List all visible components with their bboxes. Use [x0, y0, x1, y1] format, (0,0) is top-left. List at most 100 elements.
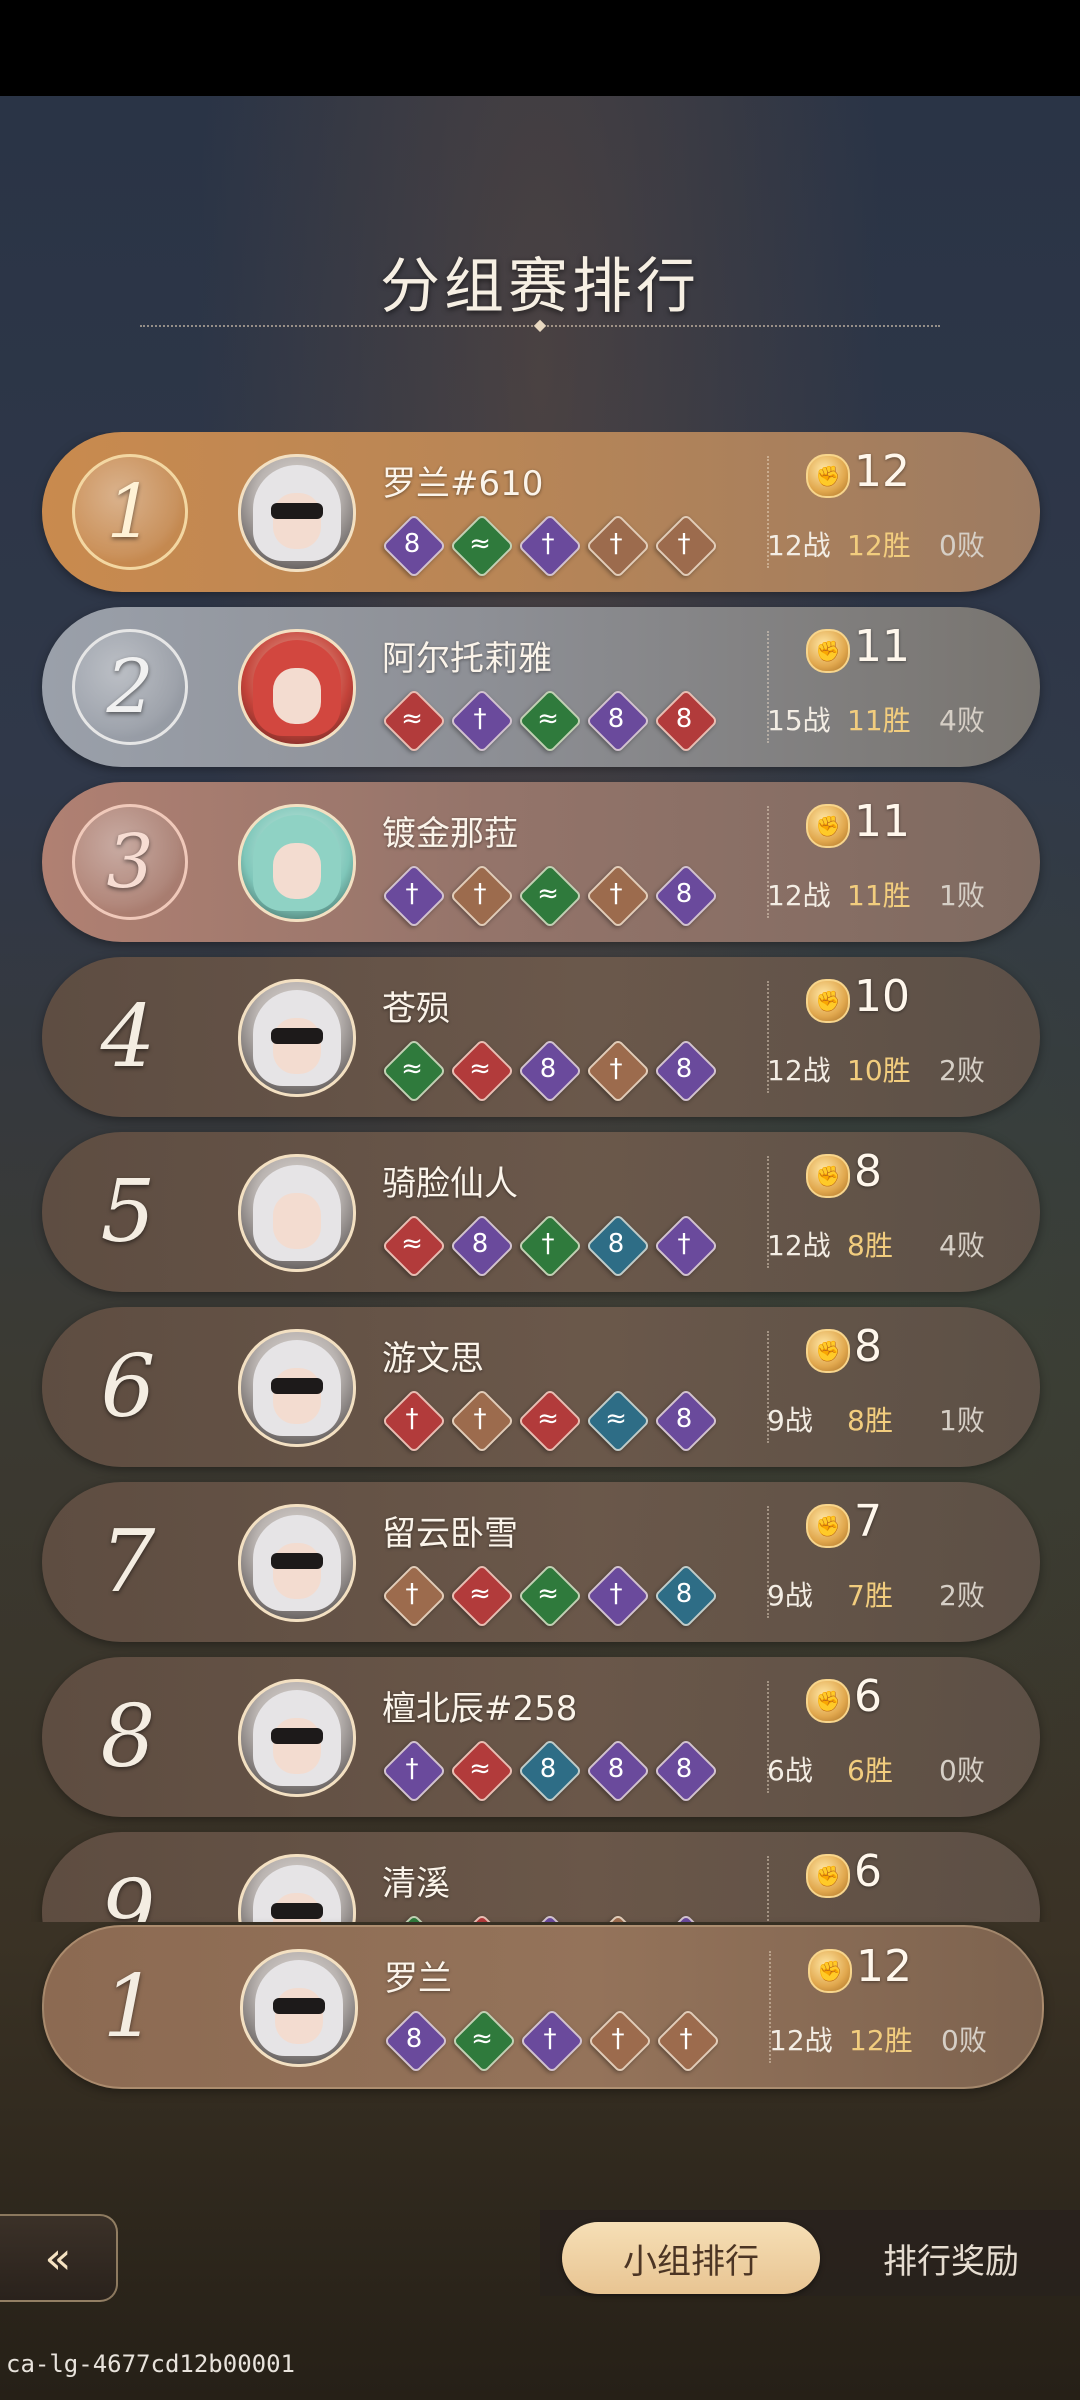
score-value: 7 [854, 1496, 882, 1547]
self-ranking-row[interactable]: 1 罗兰 8 ≈ † † † ✊ 12 12战 12胜 0败 [42, 1925, 1044, 2089]
score-value: 11 [854, 796, 910, 847]
sword-icon: † [585, 1038, 651, 1104]
battle-stats: 6战 6胜 0败 [767, 1749, 1037, 1789]
scroll-icon: ≈ [449, 513, 515, 579]
battle-stats: 9战 8胜 1败 [767, 1399, 1037, 1439]
gourd-icon: 8 [653, 1038, 719, 1104]
stats-divider [767, 1856, 769, 1922]
player-avatar[interactable] [238, 1329, 356, 1447]
battles-count: 12战 [767, 1054, 831, 1087]
team-icons: 8 ≈ † † † [383, 2008, 721, 2074]
wins-count: 10胜 [847, 1054, 911, 1087]
battle-stats: 15战 11胜 4败 [767, 699, 1037, 739]
ranking-row[interactable]: 9清溪≈≈††8✊6 [42, 1832, 1040, 1922]
ranking-row[interactable]: 1 罗兰#610 8 ≈ † † † ✊ 12 12战 12胜 0败 [42, 432, 1040, 592]
ranking-row[interactable]: 5 骑脸仙人 ≈8 † 8 † ✊ 8 12战 8胜 4败 [42, 1132, 1040, 1292]
ranking-row[interactable]: 6 游文思 † † ≈ ≈8 ✊ 8 9战 8胜 1败 [42, 1307, 1040, 1467]
player-avatar[interactable] [238, 804, 356, 922]
ranking-row[interactable]: 2 阿尔托莉雅 ≈ † ≈8 8 ✊ 11 15战 11胜 4败 [42, 607, 1040, 767]
sword-icon: † [381, 863, 447, 929]
ranking-row[interactable]: 7 留云卧雪 † ≈ ≈ † 8 ✊ 7 9战 7胜 2败 [42, 1482, 1040, 1642]
player-name: 清溪 [382, 1864, 450, 1904]
sword-icon: † [449, 1388, 515, 1454]
ranking-row[interactable]: 4 苍殒 ≈ ≈8 † 8 ✊ 10 12战 10胜 2败 [42, 957, 1040, 1117]
score-value: 12 [854, 446, 910, 497]
gourd-icon: 8 [653, 1388, 719, 1454]
battles-count: 12战 [767, 1229, 831, 1262]
wins-count: 6胜 [847, 1754, 893, 1787]
wins-count: 11胜 [847, 704, 911, 737]
trophy-coin-icon: ✊ [806, 1854, 850, 1898]
sword-icon: † [381, 1388, 447, 1454]
player-name: 留云卧雪 [382, 1514, 518, 1554]
battles-count: 15战 [767, 704, 831, 737]
team-icons: ≈8 † 8 † [381, 1213, 719, 1279]
wins-count: 8胜 [847, 1404, 893, 1437]
rank-number: 4 [100, 987, 156, 1087]
scroll-icon: ≈ [517, 688, 583, 754]
sword-icon: † [655, 2008, 721, 2074]
sword-icon: † [449, 688, 515, 754]
losses-count: 0败 [939, 529, 985, 562]
ranking-row[interactable]: 3 镀金那菈 † † ≈ † 8 ✊ 11 12战 11胜 1败 [42, 782, 1040, 942]
scroll-icon: ≈ [517, 1388, 583, 1454]
player-name: 檀北辰#258 [382, 1689, 578, 1729]
rank-number: 7 [100, 1512, 156, 1612]
player-avatar[interactable] [238, 629, 356, 747]
sword-icon: † [517, 513, 583, 579]
gourd-icon: 8 [653, 1563, 719, 1629]
rank-number: 1 [72, 454, 188, 570]
ranking-row[interactable]: 8 檀北辰#258 † ≈8 8 8 ✊ 6 6战 6胜 0败 [42, 1657, 1040, 1817]
score-value: 8 [854, 1146, 882, 1197]
losses-count: 4败 [939, 704, 985, 737]
tab-group-rank[interactable]: 小组排行 [562, 2222, 820, 2294]
team-icons: † † ≈ ≈8 [381, 1388, 719, 1454]
player-name: 游文思 [382, 1339, 484, 1379]
gourd-icon: 8 [585, 688, 651, 754]
tab-rank-reward[interactable]: 排行奖励 [846, 2222, 1056, 2294]
scroll-icon: ≈ [449, 1563, 515, 1629]
player-avatar[interactable] [240, 1949, 358, 2067]
player-avatar[interactable] [238, 1679, 356, 1797]
ranking-list[interactable]: 1 罗兰#610 8 ≈ † † † ✊ 12 12战 12胜 0败 2 阿尔托莉雅 ≈ † ≈8 8 ✊ 11 15战… [0, 432, 1080, 1922]
scroll-icon: ≈ [517, 1563, 583, 1629]
sword-icon: † [449, 863, 515, 929]
trophy-coin-icon: ✊ [806, 1504, 850, 1548]
scroll-icon: ≈ [381, 1913, 447, 1922]
gourd-icon: 8 [653, 863, 719, 929]
gourd-icon: 8 [585, 1738, 651, 1804]
gourd-icon: 8 [585, 1213, 651, 1279]
trophy-coin-icon: ✊ [806, 454, 850, 498]
losses-count: 4败 [939, 1229, 985, 1262]
trophy-coin-icon: ✊ [806, 1154, 850, 1198]
score-value: 6 [854, 1846, 882, 1897]
scroll-icon: ≈ [449, 1038, 515, 1104]
player-name: 罗兰 [384, 1959, 452, 1999]
score-value: 11 [854, 621, 910, 672]
player-avatar[interactable] [238, 1504, 356, 1622]
losses-count: 2败 [939, 1579, 985, 1612]
player-avatar[interactable] [238, 454, 356, 572]
wins-count: 12胜 [847, 529, 911, 562]
gourd-icon: 8 [383, 2008, 449, 2074]
scroll-icon: ≈ [585, 1388, 651, 1454]
player-name: 罗兰#610 [382, 464, 544, 504]
losses-count: 2败 [939, 1054, 985, 1087]
player-avatar[interactable] [238, 979, 356, 1097]
gourd-icon: 8 [381, 513, 447, 579]
gourd-icon: 8 [653, 1913, 719, 1922]
battle-stats: 12战 11胜 1败 [767, 874, 1037, 914]
losses-count: 1败 [939, 1404, 985, 1437]
trophy-coin-icon: ✊ [806, 1679, 850, 1723]
losses-count: 1败 [939, 879, 985, 912]
battle-stats: 12战 12胜 0败 [769, 2019, 1039, 2059]
scroll-icon: ≈ [451, 2008, 517, 2074]
battle-stats: 12战 10胜 2败 [767, 1049, 1037, 1089]
losses-count: 0败 [939, 1754, 985, 1787]
player-avatar[interactable] [238, 1154, 356, 1272]
battles-count: 9战 [767, 1579, 813, 1612]
player-avatar[interactable] [238, 1854, 356, 1922]
trophy-coin-icon: ✊ [806, 979, 850, 1023]
team-icons: ≈ ≈8 † 8 [381, 1038, 719, 1104]
sword-icon: † [585, 863, 651, 929]
